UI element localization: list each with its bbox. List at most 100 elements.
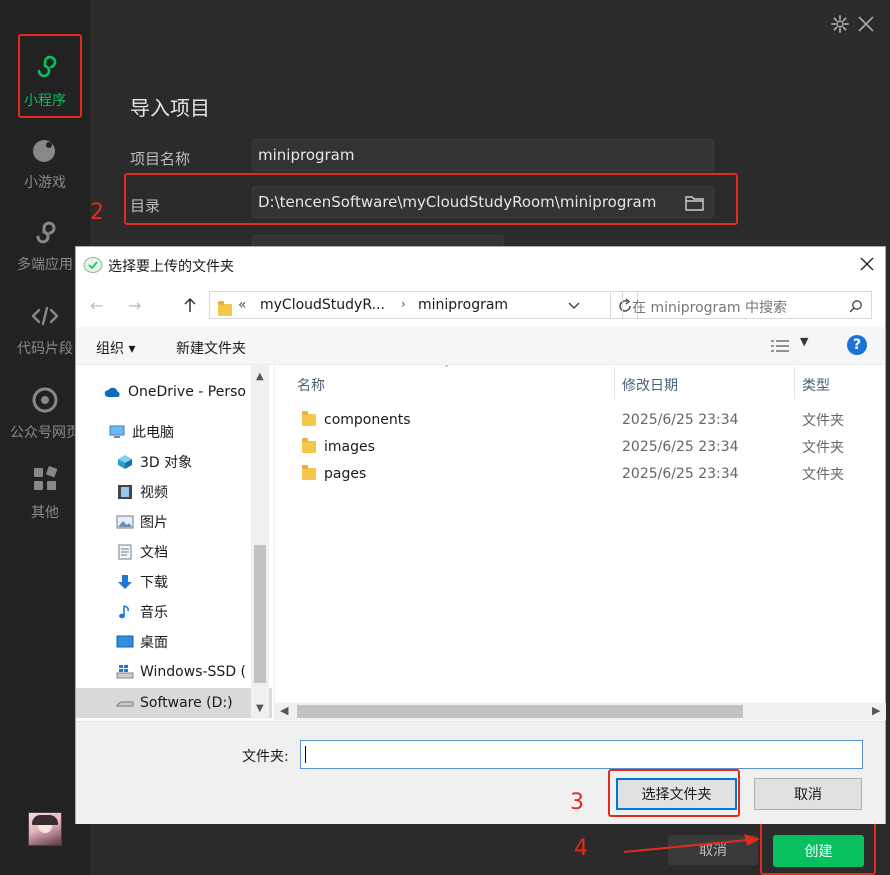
column-divider bbox=[614, 367, 615, 399]
desktop-icon bbox=[116, 635, 134, 648]
annotation-box-4 bbox=[760, 821, 876, 875]
avatar[interactable] bbox=[28, 812, 62, 846]
search-box[interactable]: 在 miniprogram 中搜索 bbox=[622, 291, 872, 319]
pictures-icon bbox=[116, 515, 134, 529]
project-name-input[interactable]: miniprogram bbox=[252, 139, 714, 171]
file-type: 文件夹 bbox=[802, 466, 844, 483]
tree-item-label: 文档 bbox=[140, 545, 168, 561]
breadcrumb-item[interactable]: myCloudStudyR... bbox=[260, 297, 385, 313]
help-icon[interactable]: ? bbox=[847, 335, 867, 355]
tree-item-videos[interactable]: 视频 bbox=[76, 478, 270, 506]
tree-item-label: 3D 对象 bbox=[140, 455, 193, 471]
annotation-number-3: 3 bbox=[570, 790, 584, 815]
chevron-down-icon[interactable] bbox=[568, 301, 580, 311]
column-divider bbox=[794, 367, 795, 399]
breadcrumb-overflow[interactable]: « bbox=[238, 297, 247, 313]
scroll-up-icon[interactable]: ▲ bbox=[256, 371, 264, 382]
code-snippet-icon bbox=[31, 306, 59, 326]
project-name-label: 项目名称 bbox=[130, 150, 191, 168]
file-row[interactable]: components 2025/6/25 23:34 文件夹 bbox=[275, 406, 885, 433]
file-modified: 2025/6/25 23:34 bbox=[622, 465, 739, 482]
annotation-box-3 bbox=[608, 769, 740, 817]
folder-icon bbox=[218, 301, 232, 316]
file-row[interactable]: images 2025/6/25 23:34 文件夹 bbox=[275, 433, 885, 460]
tree-item-software-d[interactable]: Software (D:) bbox=[76, 688, 272, 718]
tree-scrollbar-thumb[interactable] bbox=[254, 545, 266, 683]
tree-item-desktop[interactable]: 桌面 bbox=[76, 628, 270, 656]
file-modified: 2025/6/25 23:34 bbox=[622, 438, 739, 455]
up-arrow-icon[interactable] bbox=[184, 297, 196, 313]
annotation-box-2 bbox=[124, 173, 738, 225]
folder-icon bbox=[302, 437, 316, 453]
3d-objects-icon bbox=[118, 455, 132, 469]
documents-icon bbox=[118, 544, 132, 560]
annotation-number-2: 2 bbox=[90, 200, 104, 225]
file-row[interactable]: pages 2025/6/25 23:34 文件夹 bbox=[275, 460, 885, 487]
dialog-footer: 文件夹: 选择文件夹 取消 bbox=[76, 721, 885, 824]
drive-icon bbox=[116, 701, 134, 707]
folder-icon bbox=[302, 464, 316, 480]
onedrive-icon bbox=[104, 387, 120, 397]
computer-icon bbox=[109, 425, 125, 438]
tree-item-this-pc[interactable]: 此电脑 bbox=[76, 418, 270, 446]
tree-item-documents[interactable]: 文档 bbox=[76, 538, 270, 566]
tree-item-onedrive[interactable]: OneDrive - Perso bbox=[76, 378, 270, 406]
dialog-close-icon[interactable] bbox=[859, 256, 875, 272]
file-list-hscrollbar[interactable]: ◀ ▶ bbox=[275, 703, 886, 720]
music-icon bbox=[119, 605, 129, 619]
dialog-title: 选择要上传的文件夹 bbox=[108, 259, 234, 275]
search-icon[interactable] bbox=[849, 299, 863, 313]
tree-item-label: 视频 bbox=[140, 485, 168, 501]
navigation-tree: OneDrive - Perso 此电脑 3D 对象 视频 图片 文档 下载 音… bbox=[76, 365, 272, 719]
tree-item-3d-objects[interactable]: 3D 对象 bbox=[76, 448, 270, 476]
view-dropdown-icon[interactable]: ▼ bbox=[800, 335, 808, 348]
hscrollbar-thumb[interactable] bbox=[297, 705, 743, 718]
tree-item-pictures[interactable]: 图片 bbox=[76, 508, 270, 536]
dialog-toolbar: 组织 ▾ 新建文件夹 ▼ ? bbox=[76, 327, 885, 365]
gear-icon[interactable] bbox=[830, 14, 850, 34]
multi-platform-icon bbox=[36, 221, 56, 244]
file-type: 文件夹 bbox=[802, 439, 844, 456]
sort-indicator-icon: ˆ bbox=[444, 365, 449, 376]
column-header-type[interactable]: 类型 bbox=[802, 375, 830, 395]
folder-field-label: 文件夹: bbox=[242, 749, 289, 765]
organize-menu[interactable]: 组织 ▾ bbox=[96, 338, 135, 358]
back-arrow-icon[interactable]: ← bbox=[90, 296, 103, 315]
file-list: ˆ 名称 修改日期 类型 components 2025/6/25 23:34 … bbox=[274, 365, 886, 720]
new-folder-button[interactable]: 新建文件夹 bbox=[176, 338, 246, 358]
file-modified: 2025/6/25 23:34 bbox=[622, 411, 739, 428]
annotation-box-1 bbox=[18, 34, 82, 118]
tree-item-label: 此电脑 bbox=[132, 425, 174, 441]
tree-item-music[interactable]: 音乐 bbox=[76, 598, 270, 626]
search-input[interactable]: 在 miniprogram 中搜索 bbox=[632, 297, 787, 317]
tree-item-label: OneDrive - Perso bbox=[128, 384, 246, 400]
tree-item-downloads[interactable]: 下载 bbox=[76, 568, 270, 596]
sidebar-item-minigame[interactable]: 小游戏 bbox=[0, 130, 90, 191]
column-header-modified[interactable]: 修改日期 bbox=[622, 375, 678, 395]
text-cursor bbox=[305, 746, 306, 763]
tree-item-windows-ssd[interactable]: Windows-SSD ( bbox=[76, 658, 270, 686]
annotation-number-4: 4 bbox=[574, 836, 588, 861]
breadcrumb-item[interactable]: miniprogram bbox=[418, 297, 508, 313]
breadcrumb-separator-icon[interactable]: › bbox=[401, 297, 406, 311]
close-icon[interactable] bbox=[857, 15, 875, 33]
scroll-right-icon[interactable]: ▶ bbox=[872, 704, 880, 717]
address-bar[interactable]: « myCloudStudyR... › miniprogram bbox=[209, 291, 611, 319]
folder-picker-dialog: 选择要上传的文件夹 ← → « myCloudStudyR... › minip… bbox=[75, 246, 886, 824]
downloads-icon bbox=[118, 575, 132, 589]
column-header-name[interactable]: 名称 bbox=[297, 375, 325, 395]
scroll-down-icon[interactable]: ▼ bbox=[256, 703, 264, 714]
videos-icon bbox=[118, 485, 132, 499]
official-account-icon bbox=[32, 387, 58, 413]
folder-name-input[interactable] bbox=[300, 740, 863, 769]
dialog-cancel-button[interactable]: 取消 bbox=[754, 778, 862, 810]
file-name: components bbox=[324, 411, 411, 428]
view-options-icon[interactable] bbox=[770, 339, 790, 353]
windows-drive-icon bbox=[116, 665, 134, 679]
tree-item-label: 图片 bbox=[140, 515, 168, 531]
tree-item-label: 桌面 bbox=[140, 635, 168, 651]
forward-arrow-icon[interactable]: → bbox=[128, 296, 141, 315]
file-type: 文件夹 bbox=[802, 412, 844, 429]
tree-scrollbar[interactable]: ▲ ▼ bbox=[251, 365, 269, 719]
scroll-left-icon[interactable]: ◀ bbox=[280, 704, 288, 717]
